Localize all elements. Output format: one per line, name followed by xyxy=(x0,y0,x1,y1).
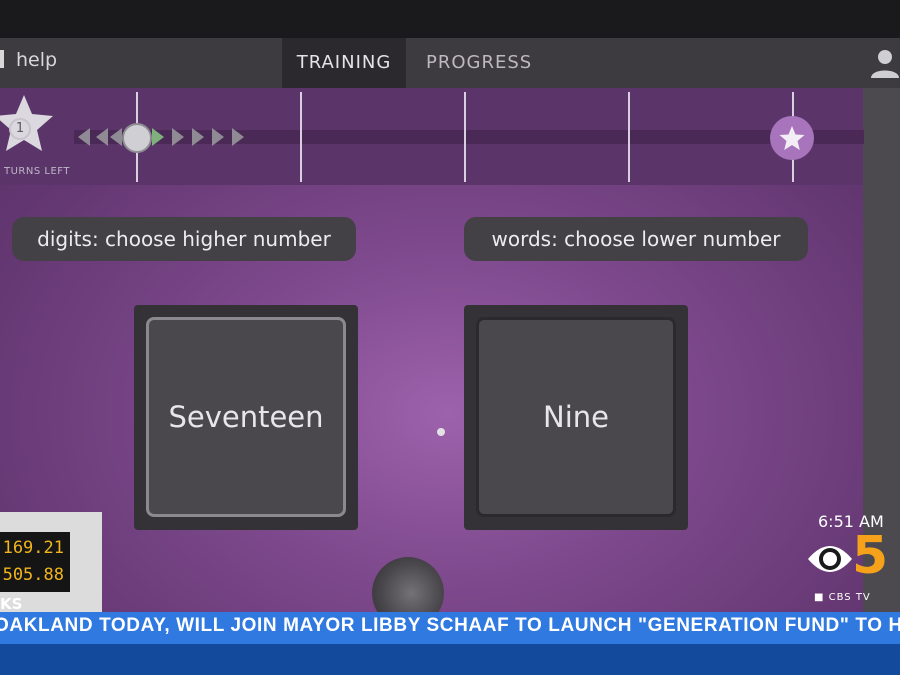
chevron-left-icon xyxy=(78,128,90,146)
track-divider xyxy=(628,92,630,182)
news-crawl-text: OAKLAND TODAY, WILL JOIN MAYOR LIBBY SCH… xyxy=(0,615,900,636)
right-rule-prompt: words: choose lower number xyxy=(464,217,808,261)
chevron-right-icon xyxy=(192,128,204,146)
turns-left-count: 1 xyxy=(9,118,31,140)
menu-edge-icon xyxy=(0,50,4,68)
left-card-text: Seventeen xyxy=(168,400,324,434)
left-card-face: Seventeen xyxy=(146,317,346,517)
goal-star-badge xyxy=(770,116,814,160)
ticker-value: 169.21 xyxy=(2,538,64,558)
tab-progress[interactable]: PROGRESS xyxy=(426,38,532,88)
channel-handle: ■ CBS TV xyxy=(814,592,871,603)
news-crawl-base xyxy=(0,644,900,675)
ticker-value: 505.88 xyxy=(2,565,64,585)
progress-knob[interactable] xyxy=(122,123,152,153)
left-rule-prompt: digits: choose higher number xyxy=(12,217,356,261)
star-icon xyxy=(779,126,805,150)
stock-ticker-values: 169.21 505.88 xyxy=(0,532,70,592)
right-card-face: Nine xyxy=(476,317,676,517)
chevron-left-icon xyxy=(110,128,122,146)
turns-left-label: TURNS LEFT xyxy=(4,166,70,177)
help-link[interactable]: help xyxy=(16,49,57,71)
chevron-right-icon xyxy=(172,128,184,146)
cbs-eye-icon xyxy=(808,546,852,572)
right-card-text: Nine xyxy=(543,400,609,434)
tab-training[interactable]: TRAINING xyxy=(282,38,406,88)
chevron-right-icon xyxy=(232,128,244,146)
chevron-right-icon xyxy=(152,128,164,146)
mouse-pointer xyxy=(437,428,445,436)
left-answer-card[interactable]: Seventeen xyxy=(134,305,358,530)
ticker-label: KS xyxy=(0,595,23,613)
user-account-icon[interactable] xyxy=(868,46,900,80)
right-answer-card[interactable]: Nine xyxy=(464,305,688,530)
news-crawl-bar: OAKLAND TODAY, WILL JOIN MAYOR LIBBY SCH… xyxy=(0,612,900,644)
chevron-left-icon xyxy=(96,128,108,146)
chevron-right-icon xyxy=(212,128,224,146)
track-divider xyxy=(464,92,466,182)
channel-number: 5 xyxy=(852,526,889,586)
track-divider xyxy=(300,92,302,182)
